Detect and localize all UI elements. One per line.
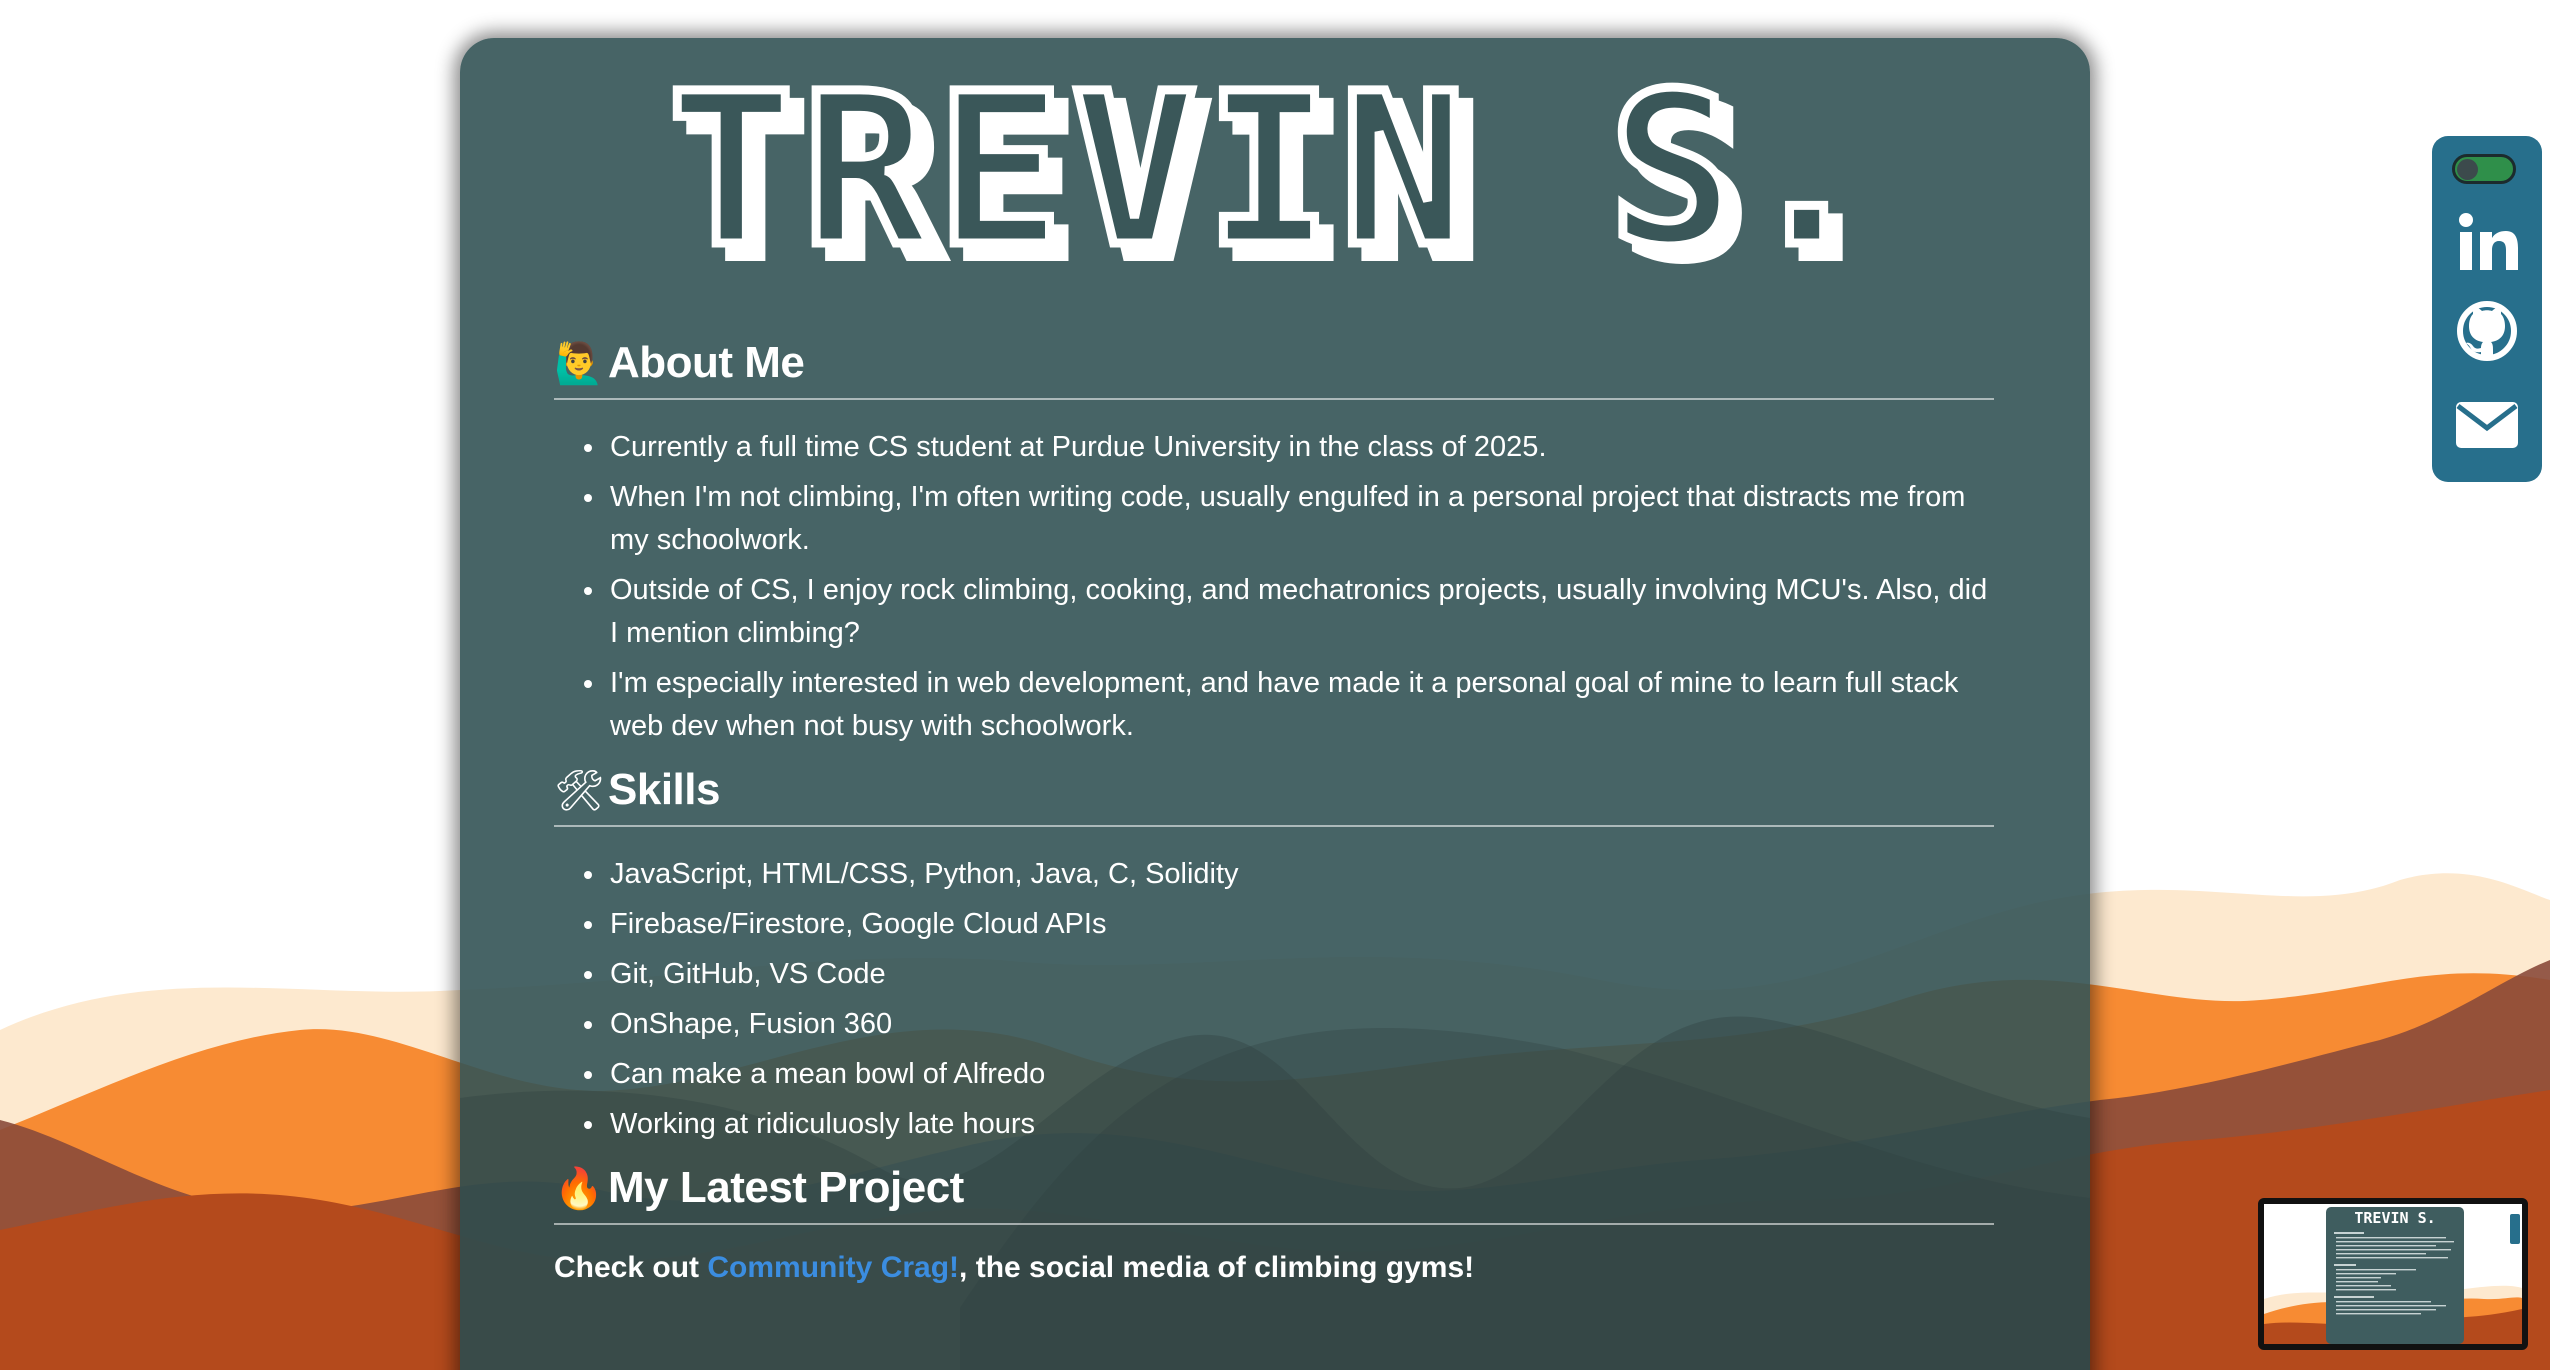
list-item: When I'm not climbing, I'm often writing… xyxy=(584,476,1994,562)
person-raising-hand-icon: 🙋‍♂️ xyxy=(554,340,604,387)
project-description: Check out Community Crag!, the social me… xyxy=(554,1251,1994,1285)
github-icon[interactable] xyxy=(2452,296,2522,366)
toggle-knob xyxy=(2457,159,2478,180)
title-text: TREVIN S. xyxy=(668,78,1878,268)
project-heading-text: My Latest Project xyxy=(608,1163,964,1212)
content: 🙋‍♂️ About Me Currently a full time CS s… xyxy=(554,328,1994,1285)
skills-heading-text: Skills xyxy=(608,765,720,814)
list-item: JavaScript, HTML/CSS, Python, Java, C, S… xyxy=(584,853,1994,896)
list-item: Can make a mean bowl of Alfredo xyxy=(584,1053,1994,1096)
list-item: I'm especially interested in web develop… xyxy=(584,662,1994,748)
project-heading: 🔥 My Latest Project xyxy=(554,1153,1994,1225)
list-item: OnShape, Fusion 360 xyxy=(584,1003,1994,1046)
list-item: Currently a full time CS student at Purd… xyxy=(584,426,1994,469)
community-crag-link[interactable]: Community Crag! xyxy=(707,1251,959,1284)
about-heading: 🙋‍♂️ About Me xyxy=(554,328,1994,400)
page-minimap[interactable]: TREVIN S. xyxy=(2258,1198,2528,1350)
mail-icon[interactable] xyxy=(2452,390,2522,460)
project-prefix: Check out xyxy=(554,1251,708,1284)
theme-toggle[interactable] xyxy=(2452,154,2516,184)
about-list: Currently a full time CS student at Purd… xyxy=(554,426,1994,748)
skills-list: JavaScript, HTML/CSS, Python, Java, C, S… xyxy=(554,853,1994,1146)
page: TREVIN S. TREVIN S. 🙋‍♂️ About Me Curren… xyxy=(0,0,2550,1370)
list-item: Firebase/Firestore, Google Cloud APIs xyxy=(584,903,1994,946)
site-title: TREVIN S. TREVIN S. xyxy=(460,44,2090,312)
project-suffix: , the social media of climbing gyms! xyxy=(959,1251,1475,1284)
social-sidebar xyxy=(2432,136,2542,482)
list-item: Git, GitHub, VS Code xyxy=(584,953,1994,996)
minimap-title: TREVIN S. xyxy=(2354,1209,2435,1227)
fire-icon: 🔥 xyxy=(554,1165,604,1212)
hammer-wrench-icon: 🛠 xyxy=(554,767,605,814)
main-card: TREVIN S. TREVIN S. 🙋‍♂️ About Me Curren… xyxy=(460,38,2090,1370)
list-item: Outside of CS, I enjoy rock climbing, co… xyxy=(584,569,1994,655)
list-item: Working at ridiculuosly late hours xyxy=(584,1103,1994,1146)
about-heading-text: About Me xyxy=(608,338,805,387)
linkedin-icon[interactable] xyxy=(2452,208,2522,278)
skills-heading: 🛠 Skills xyxy=(554,755,1994,827)
